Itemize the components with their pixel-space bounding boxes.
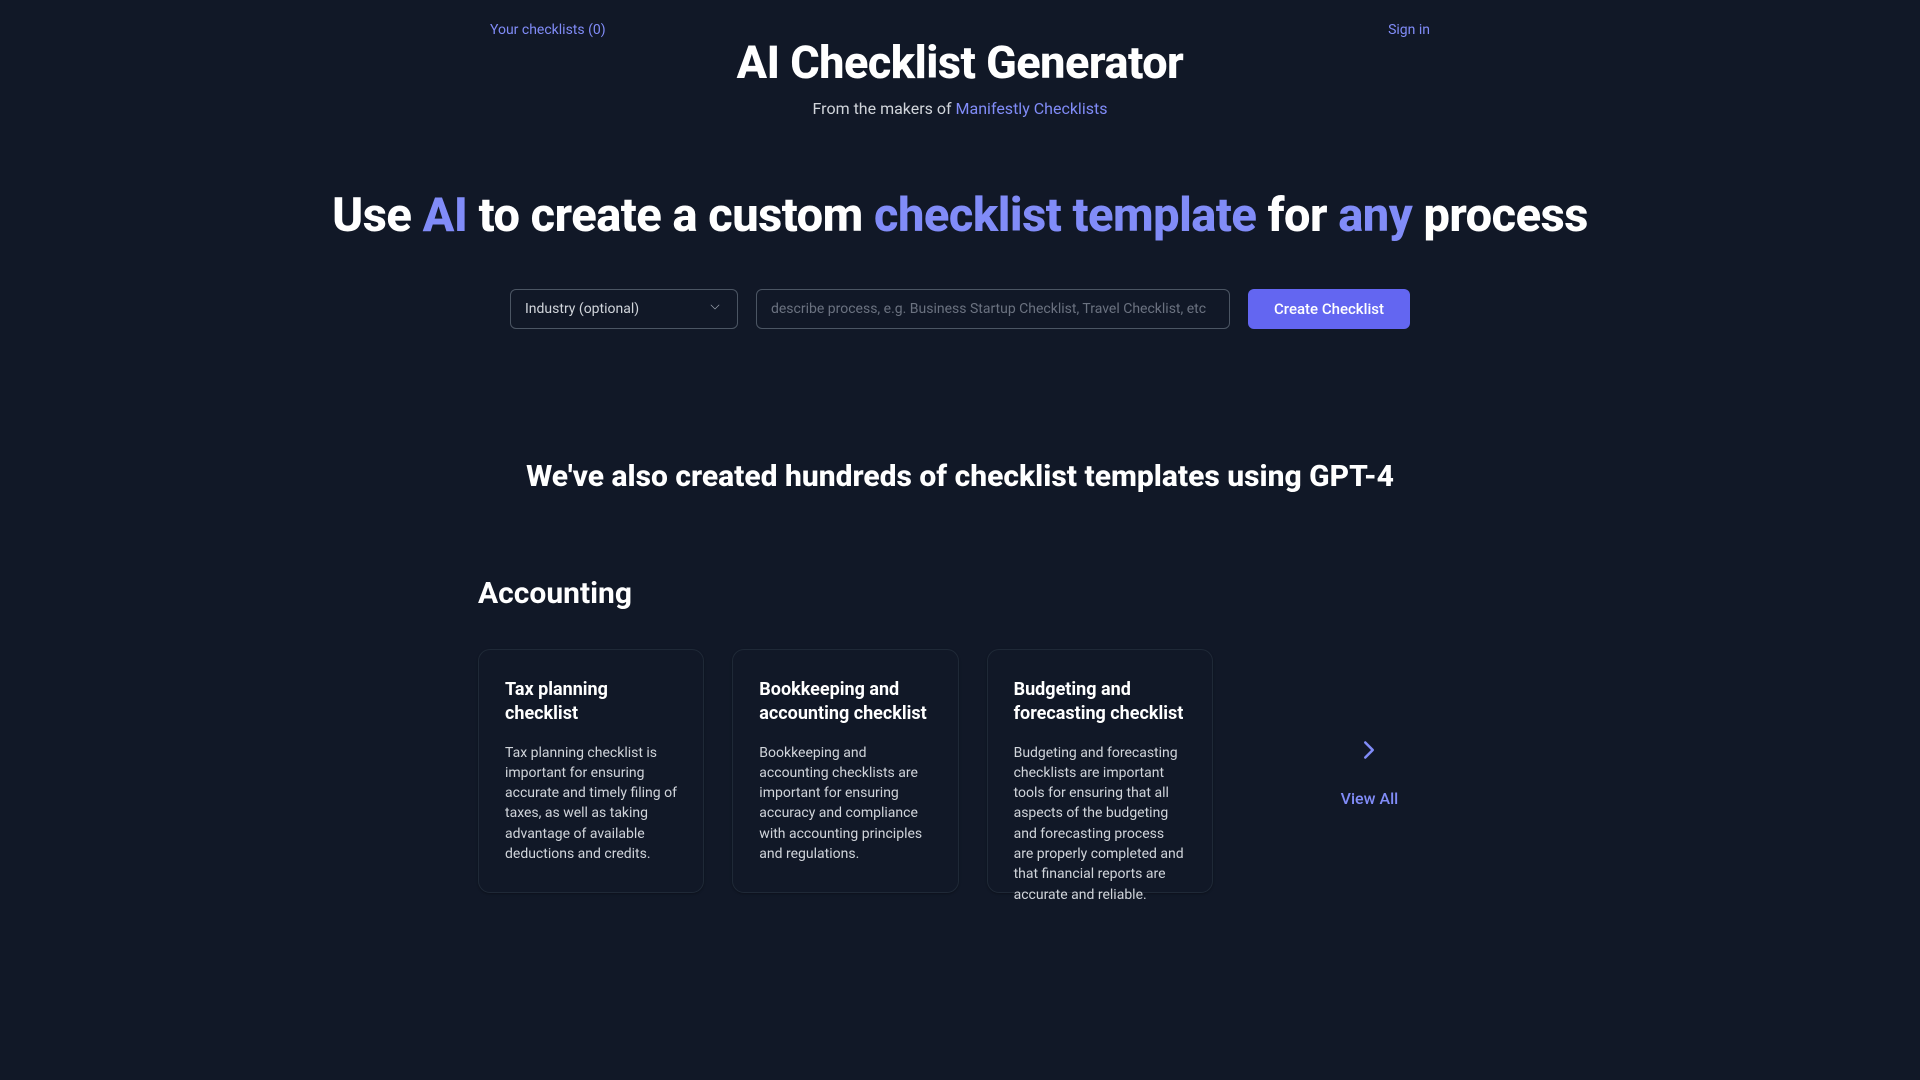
templates-headline: We've also created hundreds of checklist… xyxy=(232,459,1688,494)
top-nav: Your checklists (0) Sign in xyxy=(490,22,1430,38)
sign-in-link[interactable]: Sign in xyxy=(1388,22,1430,38)
industry-selected-value: Industry (optional) xyxy=(525,301,639,317)
template-card[interactable]: Bookkeeping and accounting checklist Boo… xyxy=(732,649,958,893)
card-title: Bookkeeping and accounting checklist xyxy=(759,678,931,727)
cards-row: Tax planning checklist Tax planning chec… xyxy=(478,649,1442,893)
category-block-accounting: Accounting Tax planning checklist Tax pl… xyxy=(468,576,1452,893)
hl-p1: Use xyxy=(332,188,422,243)
hero-headline: Use AI to create a custom checklist temp… xyxy=(232,188,1688,243)
card-desc: Bookkeeping and accounting checklists ar… xyxy=(759,743,931,865)
your-checklists-link[interactable]: Your checklists (0) xyxy=(490,22,606,38)
card-title: Budgeting and forecasting checklist xyxy=(1014,678,1186,727)
manifestly-link[interactable]: Manifestly Checklists xyxy=(956,99,1108,118)
chevron-right-icon[interactable] xyxy=(1354,735,1384,769)
subtitle-prefix: From the makers of xyxy=(813,99,956,118)
hl-p7: process xyxy=(1412,188,1588,243)
template-card[interactable]: Budgeting and forecasting checklist Budg… xyxy=(987,649,1213,893)
create-checklist-button[interactable]: Create Checklist xyxy=(1248,289,1410,329)
category-title: Accounting xyxy=(478,576,1442,611)
view-all-container: View All xyxy=(1297,649,1442,893)
hl-template: checklist template xyxy=(874,188,1256,243)
card-title: Tax planning checklist xyxy=(505,678,677,727)
view-all-link[interactable]: View All xyxy=(1341,789,1399,808)
hl-ai: AI xyxy=(423,188,468,243)
hl-p3: to create a custom xyxy=(467,188,874,243)
hl-any: any xyxy=(1338,188,1412,243)
card-desc: Budgeting and forecasting checklists are… xyxy=(1014,743,1186,905)
page-title: AI Checklist Generator xyxy=(232,36,1688,89)
page-subtitle: From the makers of Manifestly Checklists xyxy=(232,99,1688,118)
template-card[interactable]: Tax planning checklist Tax planning chec… xyxy=(478,649,704,893)
hl-p5: for xyxy=(1256,188,1338,243)
chevron-down-icon xyxy=(707,299,723,319)
process-input[interactable] xyxy=(756,289,1230,329)
generator-form: Industry (optional) Create Checklist xyxy=(232,289,1688,329)
industry-select[interactable]: Industry (optional) xyxy=(510,289,738,329)
card-desc: Tax planning checklist is important for … xyxy=(505,743,677,865)
